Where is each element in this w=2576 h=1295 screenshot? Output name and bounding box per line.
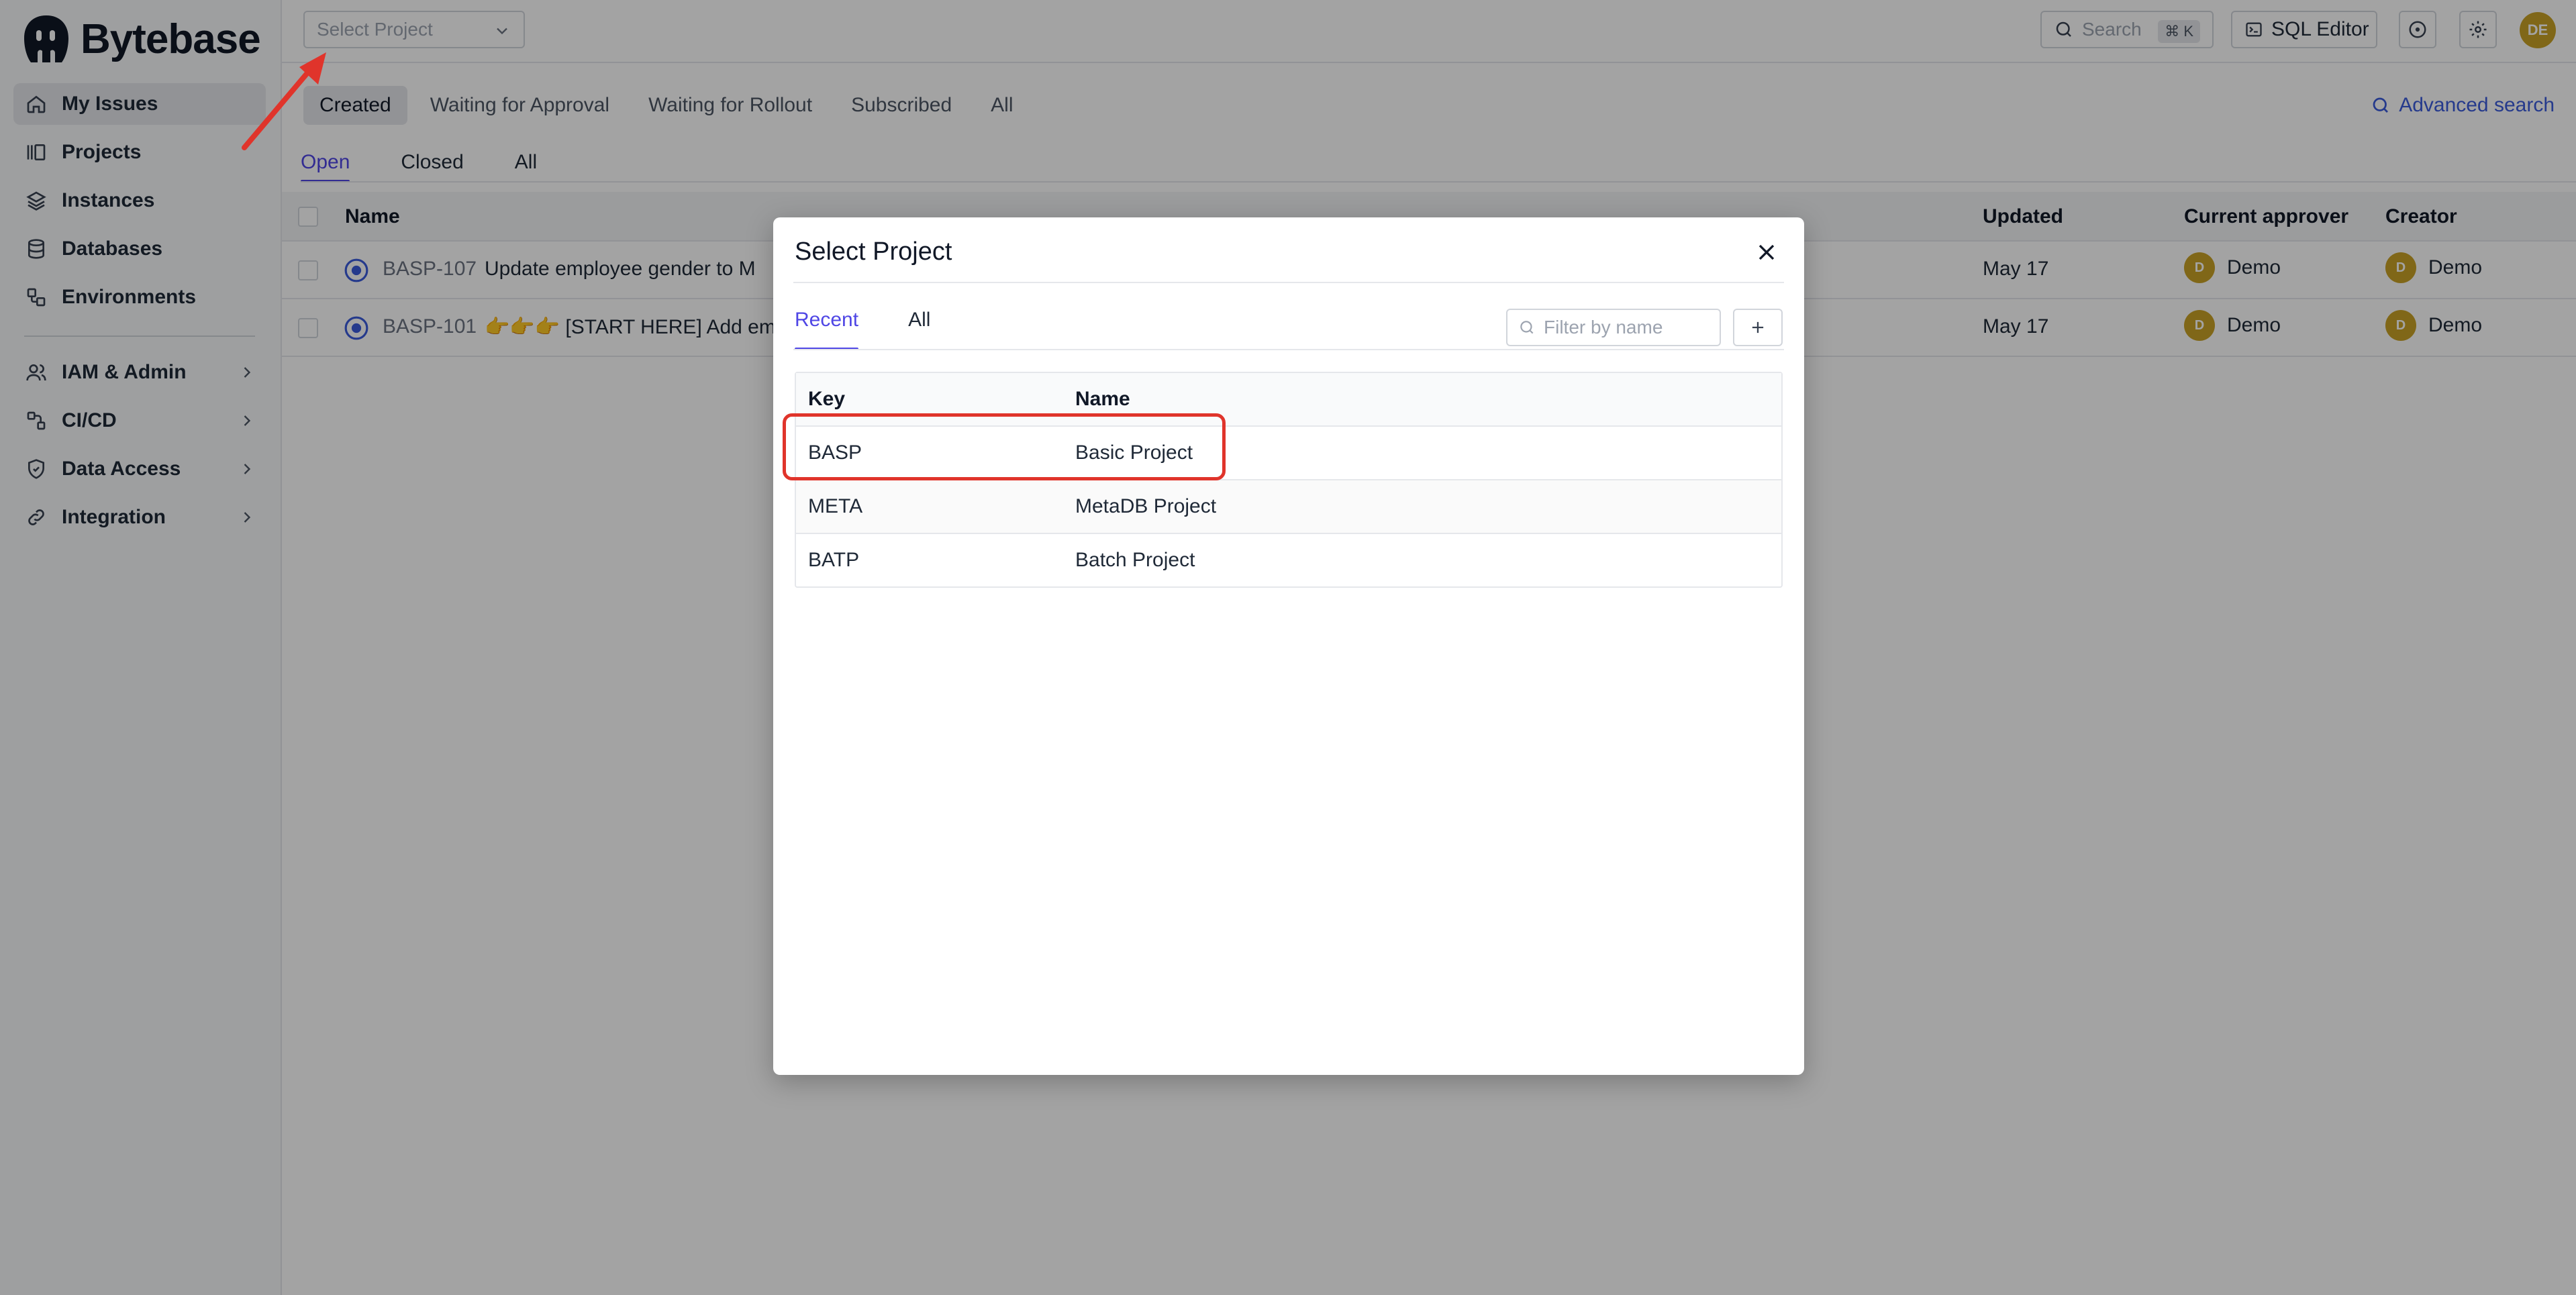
column-project-name: Name <box>1075 388 1130 410</box>
dialog-title: Select Project <box>795 238 952 266</box>
plus-icon <box>1752 321 1764 333</box>
tab-all-projects[interactable]: All <box>908 309 930 349</box>
project-row-meta[interactable]: META MetaDB Project <box>796 480 1781 534</box>
project-row-batp[interactable]: BATP Batch Project <box>796 534 1781 586</box>
annotation-highlight-box <box>783 413 1226 480</box>
search-icon <box>1520 321 1534 334</box>
close-icon[interactable] <box>1753 239 1780 266</box>
dialog-tabs: Recent All <box>795 309 980 350</box>
project-key: META <box>808 495 863 517</box>
add-project-button[interactable] <box>1733 309 1783 346</box>
project-name: MetaDB Project <box>1075 495 1217 517</box>
project-key: BATP <box>808 549 860 571</box>
column-key: Key <box>808 388 846 410</box>
filter-by-name-input[interactable]: Filter by name <box>1506 309 1721 346</box>
annotation-arrow-icon <box>242 52 326 150</box>
select-project-dialog: Select Project Recent All Filter by name… <box>773 217 1804 1075</box>
dialog-tabs-divider <box>793 349 1784 350</box>
filter-placeholder: Filter by name <box>1544 317 1663 338</box>
dialog-divider <box>793 282 1784 283</box>
tab-recent[interactable]: Recent <box>795 309 859 350</box>
project-name: Batch Project <box>1075 549 1195 571</box>
